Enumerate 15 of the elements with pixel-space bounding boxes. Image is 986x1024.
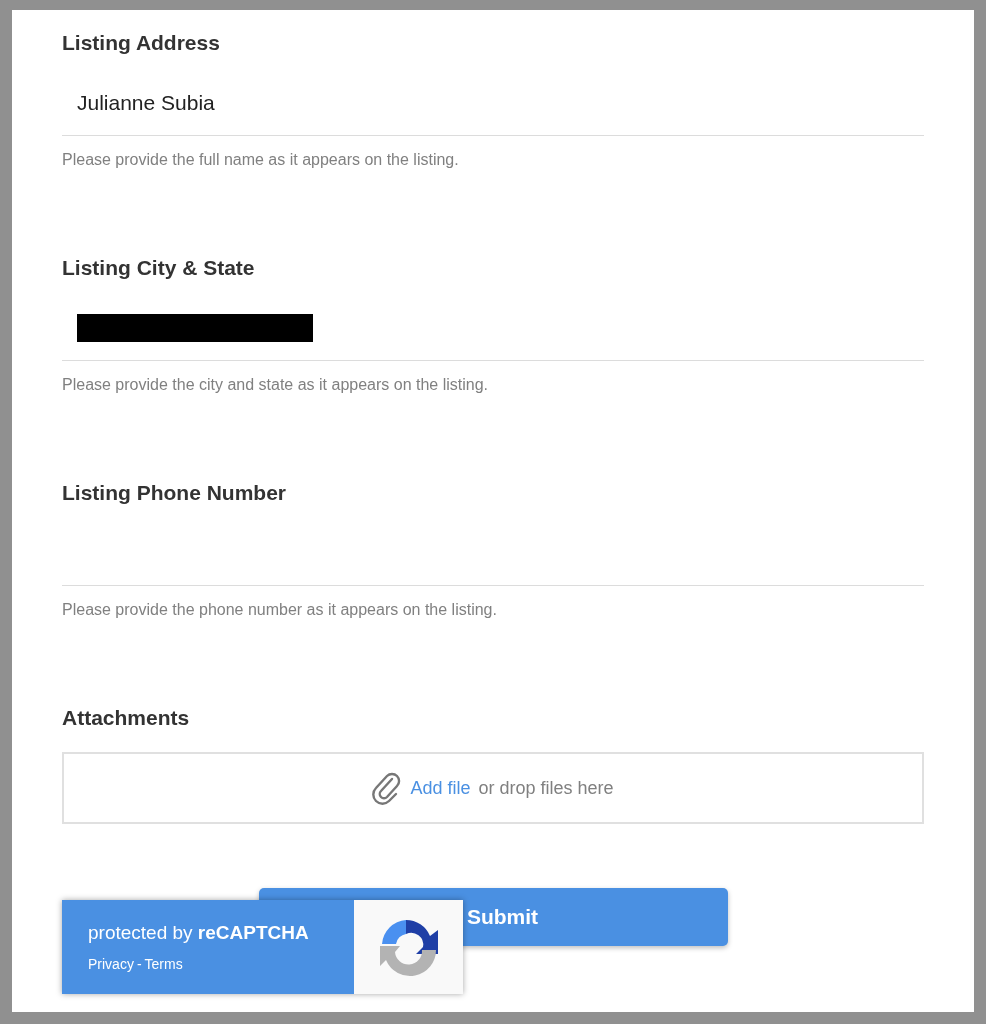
- paperclip-icon: [372, 771, 403, 805]
- help-text: Please provide the city and state as it appears on the listing.: [62, 375, 490, 395]
- input-field[interactable]: Julianne Subia: [62, 70, 924, 136]
- field-label: Listing Phone Number: [62, 480, 287, 506]
- privacy-link[interactable]: Privacy: [88, 956, 134, 972]
- file-drop-zone[interactable]: Add file or drop files here: [62, 752, 924, 824]
- drop-hint: or drop files here: [478, 777, 614, 799]
- field-label: Listing Address: [62, 30, 221, 56]
- terms-link[interactable]: Terms: [144, 956, 183, 972]
- help-text: Please provide the full name as it appears on the listing.: [62, 150, 460, 170]
- add-file-link[interactable]: Add file: [410, 777, 471, 799]
- field-label: Attachments: [62, 705, 191, 731]
- separator-text: -: [136, 956, 142, 972]
- help-text: Please provide the phone number as it appears on the listing.: [62, 600, 498, 620]
- field-label: Listing City & State: [62, 255, 256, 281]
